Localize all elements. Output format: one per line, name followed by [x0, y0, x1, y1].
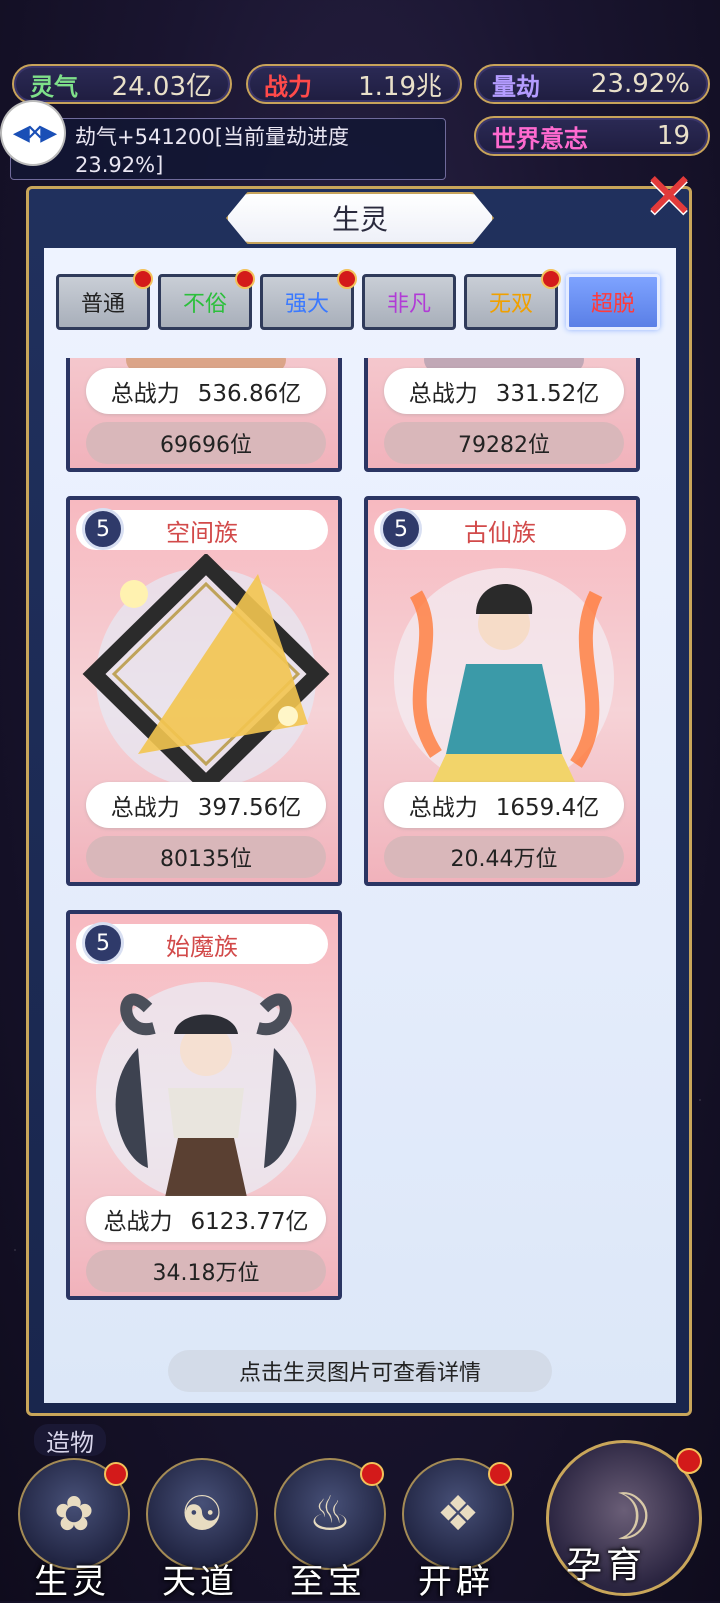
notification-dot	[360, 1462, 384, 1486]
tab-label: 不俗	[182, 292, 227, 317]
nav-kaipi[interactable]: ❖ 开辟	[398, 1458, 514, 1602]
notification-dot	[133, 269, 153, 289]
tab-putong[interactable]: 普通	[56, 269, 153, 330]
tab-label: 强大	[284, 292, 329, 317]
power-pill: 总战力 536.86亿	[86, 368, 326, 414]
rank-pill: 79282位	[384, 422, 624, 464]
rank-pill: 80135位	[86, 836, 326, 878]
creation-label[interactable]: 造物	[34, 1424, 106, 1457]
nav-tiandao[interactable]: ☯ 天道	[142, 1458, 258, 1602]
stat-world-will-label: 世界意志	[492, 124, 588, 153]
tab-label: 普通	[80, 292, 125, 317]
nav-label: 孕育	[566, 1545, 647, 1586]
power-label: 总战力	[408, 795, 478, 821]
power-label: 总战力	[103, 1209, 173, 1235]
stat-zhanli-value: 1.19兆	[358, 71, 442, 102]
stat-world-will[interactable]: 世界意志 19	[474, 116, 710, 156]
close-button[interactable]: ✕	[640, 160, 698, 234]
creature-card[interactable]: 始魔族 5 总战力 6123.77亿 34.18万位	[66, 910, 342, 1300]
stat-liangjie-label: 量劫	[492, 72, 540, 101]
creature-card[interactable]: 总战力 331.52亿 79282位	[364, 358, 640, 472]
nav-label: 至宝	[290, 1562, 366, 1602]
nav-label: 开辟	[418, 1562, 494, 1602]
stat-liangjie-value: 23.92%	[590, 69, 690, 99]
notice-banner: 劫气+541200[当前量劫进度23.92%]	[10, 118, 446, 180]
level-badge: 5	[380, 508, 422, 550]
power-pill: 总战力 397.56亿	[86, 782, 326, 828]
notification-dot	[676, 1448, 702, 1474]
tab-label: 非凡	[386, 292, 431, 317]
tab-label: 超脱	[590, 292, 635, 317]
logo-icon: ◀✕▶	[12, 120, 57, 146]
detail-hint: 点击生灵图片可查看详情	[168, 1350, 552, 1392]
tab-wushuang[interactable]: 无双	[464, 269, 561, 330]
creature-grid: 总战力 536.86亿 69696位 总战力 331.52亿 79282位 空间…	[66, 358, 640, 1313]
avatar[interactable]: ◀✕▶	[2, 102, 64, 164]
power-value: 331.52亿	[495, 381, 600, 407]
nav-shengling[interactable]: ✿ 生灵	[14, 1458, 130, 1602]
nav-zhibao[interactable]: ♨ 至宝	[270, 1458, 386, 1602]
stat-lingqi[interactable]: 灵气 24.03亿	[12, 64, 232, 104]
creature-image[interactable]	[78, 554, 334, 788]
notification-dot	[337, 269, 357, 289]
power-pill: 总战力 6123.77亿	[86, 1196, 326, 1242]
tab-qiangda[interactable]: 强大	[260, 269, 357, 330]
notification-dot	[541, 269, 561, 289]
tab-chaotuo[interactable]: 超脱	[566, 274, 660, 330]
tab-busu[interactable]: 不俗	[158, 269, 255, 330]
tab-feifan[interactable]: 非凡	[362, 274, 456, 330]
power-pill: 总战力 331.52亿	[384, 368, 624, 414]
creature-card[interactable]: 空间族 5 总战力 397.56亿 80135位	[66, 496, 342, 886]
rank-pill: 20.44万位	[384, 836, 624, 878]
notification-dot	[104, 1462, 128, 1486]
stat-liangjie[interactable]: 量劫 23.92%	[474, 64, 710, 104]
power-pill: 总战力 1659.4亿	[384, 782, 624, 828]
notification-dot	[235, 269, 255, 289]
stat-zhanli-label: 战力	[264, 72, 312, 101]
rank-pill: 34.18万位	[86, 1250, 326, 1292]
power-label: 总战力	[110, 381, 180, 407]
stat-world-will-value: 19	[656, 121, 690, 151]
creature-card[interactable]: 古仙族 5 总战力 1659.4亿 20.44万位	[364, 496, 640, 886]
power-value: 1659.4亿	[495, 795, 600, 821]
power-value: 536.86亿	[197, 381, 302, 407]
creature-image[interactable]	[376, 554, 632, 788]
stat-lingqi-value: 24.03亿	[111, 71, 212, 102]
level-badge: 5	[82, 922, 124, 964]
creature-image[interactable]	[78, 968, 334, 1202]
power-label: 总战力	[408, 381, 478, 407]
notification-dot	[488, 1462, 512, 1486]
close-icon: ✕	[642, 160, 696, 234]
stat-lingqi-label: 灵气	[30, 72, 78, 101]
nav-label: 天道	[162, 1562, 238, 1602]
panel-title: 生灵	[226, 192, 494, 244]
power-value: 397.56亿	[197, 795, 302, 821]
nav-label: 生灵	[34, 1562, 110, 1602]
level-badge: 5	[82, 508, 124, 550]
power-value: 6123.77亿	[190, 1209, 309, 1235]
creature-card[interactable]: 总战力 536.86亿 69696位	[66, 358, 342, 472]
rank-pill: 69696位	[86, 422, 326, 464]
rarity-tabs: 普通 不俗 强大 非凡 无双 超脱	[56, 269, 668, 332]
nav-yunyu[interactable]: ☽ 孕育	[546, 1440, 708, 1600]
power-label: 总战力	[110, 795, 180, 821]
tab-label: 无双	[488, 292, 533, 317]
stat-zhanli[interactable]: 战力 1.19兆	[246, 64, 462, 104]
